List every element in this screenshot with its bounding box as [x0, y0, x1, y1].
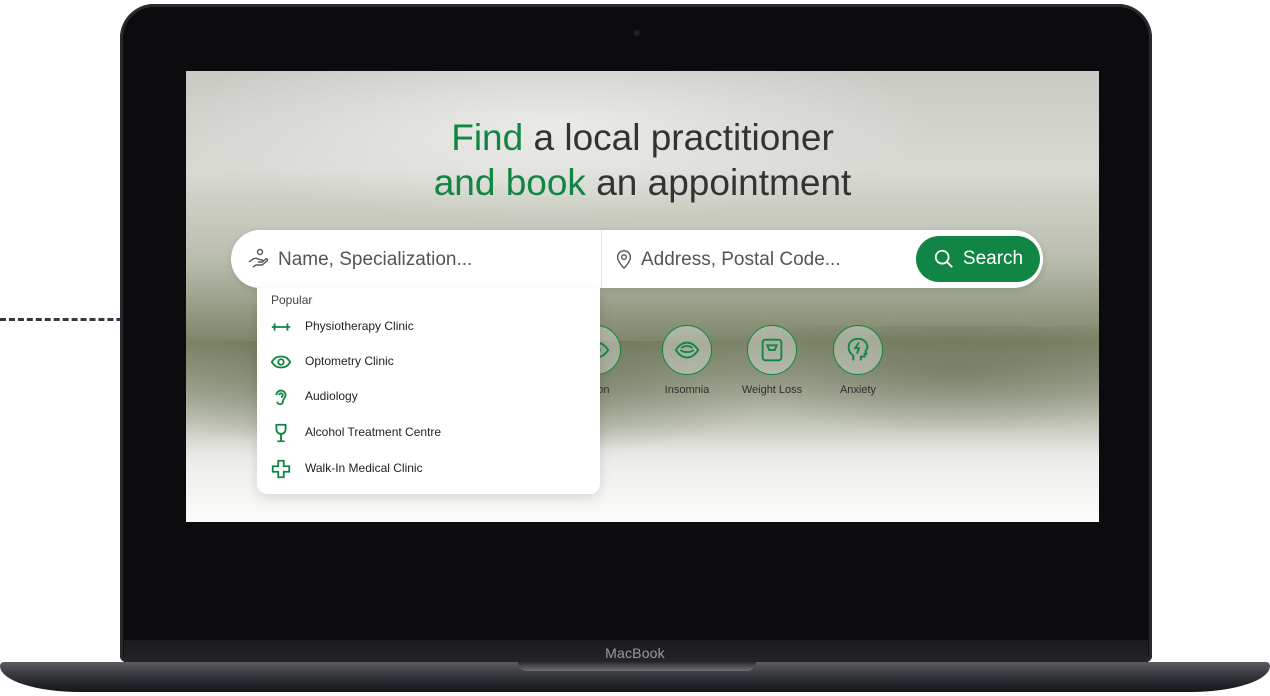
category-insomnia[interactable]: Insomnia — [647, 325, 727, 396]
dropdown-item-label: Optometry Clinic — [305, 354, 394, 368]
search-divider — [601, 230, 602, 288]
wine-glass-icon — [275, 423, 287, 443]
head-lightning-icon — [847, 337, 869, 361]
screen: Find a local practitioner and book an ap… — [186, 71, 1099, 522]
hero-line-2-highlight: and book — [433, 162, 586, 203]
dropdown-item-label: Physiotherapy Clinic — [305, 319, 414, 333]
hero-line-1-highlight: Find — [451, 117, 524, 158]
dropdown-item-alcohol-treatment[interactable]: Alcohol Treatment Centre — [257, 418, 600, 448]
category-label: Weight Loss — [741, 384, 803, 396]
hero-line-2-rest: an appointment — [585, 162, 852, 203]
laptop-base-notch — [518, 662, 756, 671]
map-pin-icon — [616, 250, 632, 270]
dropdown-item-audiology[interactable]: Audiology — [257, 382, 600, 412]
dumbbell-icon — [271, 323, 291, 331]
hero-line-1-rest: a local practitioner — [523, 117, 834, 158]
popular-dropdown: Popular Physiotherapy Clinic Optometry C… — [257, 288, 600, 494]
dropdown-item-label: Alcohol Treatment Centre — [305, 425, 442, 439]
dropdown-item-label: Audiology — [305, 389, 358, 403]
address-postal-code-input[interactable] — [639, 244, 943, 276]
hero-title: Find a local practitioner and book an ap… — [186, 115, 1099, 205]
camera-icon — [634, 30, 640, 36]
eye-icon — [270, 355, 292, 369]
sleep-eye-icon — [674, 341, 700, 359]
medical-cross-icon — [271, 459, 291, 479]
search-bar: Search — [231, 230, 1043, 288]
dropdown-item-physiotherapy[interactable]: Physiotherapy Clinic — [257, 312, 600, 342]
category-weight-loss[interactable]: Weight Loss — [732, 325, 812, 396]
category-icon-circle — [662, 325, 712, 375]
dropdown-item-walk-in-clinic[interactable]: Walk-In Medical Clinic — [257, 454, 600, 484]
category-icon-circle — [747, 325, 797, 375]
hero-line-1: Find a local practitioner — [186, 115, 1099, 160]
dropdown-item-label: Walk-In Medical Clinic — [305, 461, 423, 475]
hero-line-2: and book an appointment — [186, 160, 1099, 205]
search-icon — [934, 249, 953, 268]
device-brand-label: MacBook — [605, 645, 665, 661]
scale-icon — [761, 338, 783, 362]
search-button[interactable]: Search — [916, 236, 1040, 282]
hand-care-icon — [248, 248, 269, 268]
ear-icon — [275, 389, 287, 406]
name-specialization-input[interactable] — [276, 244, 598, 276]
category-label: Anxiety — [839, 384, 877, 396]
dropdown-item-optometry[interactable]: Optometry Clinic — [257, 347, 600, 377]
category-label: Insomnia — [664, 384, 710, 396]
category-anxiety[interactable]: Anxiety — [818, 325, 898, 396]
dropdown-header: Popular — [271, 293, 313, 307]
search-button-label: Search — [962, 248, 1024, 269]
category-icon-circle — [833, 325, 883, 375]
